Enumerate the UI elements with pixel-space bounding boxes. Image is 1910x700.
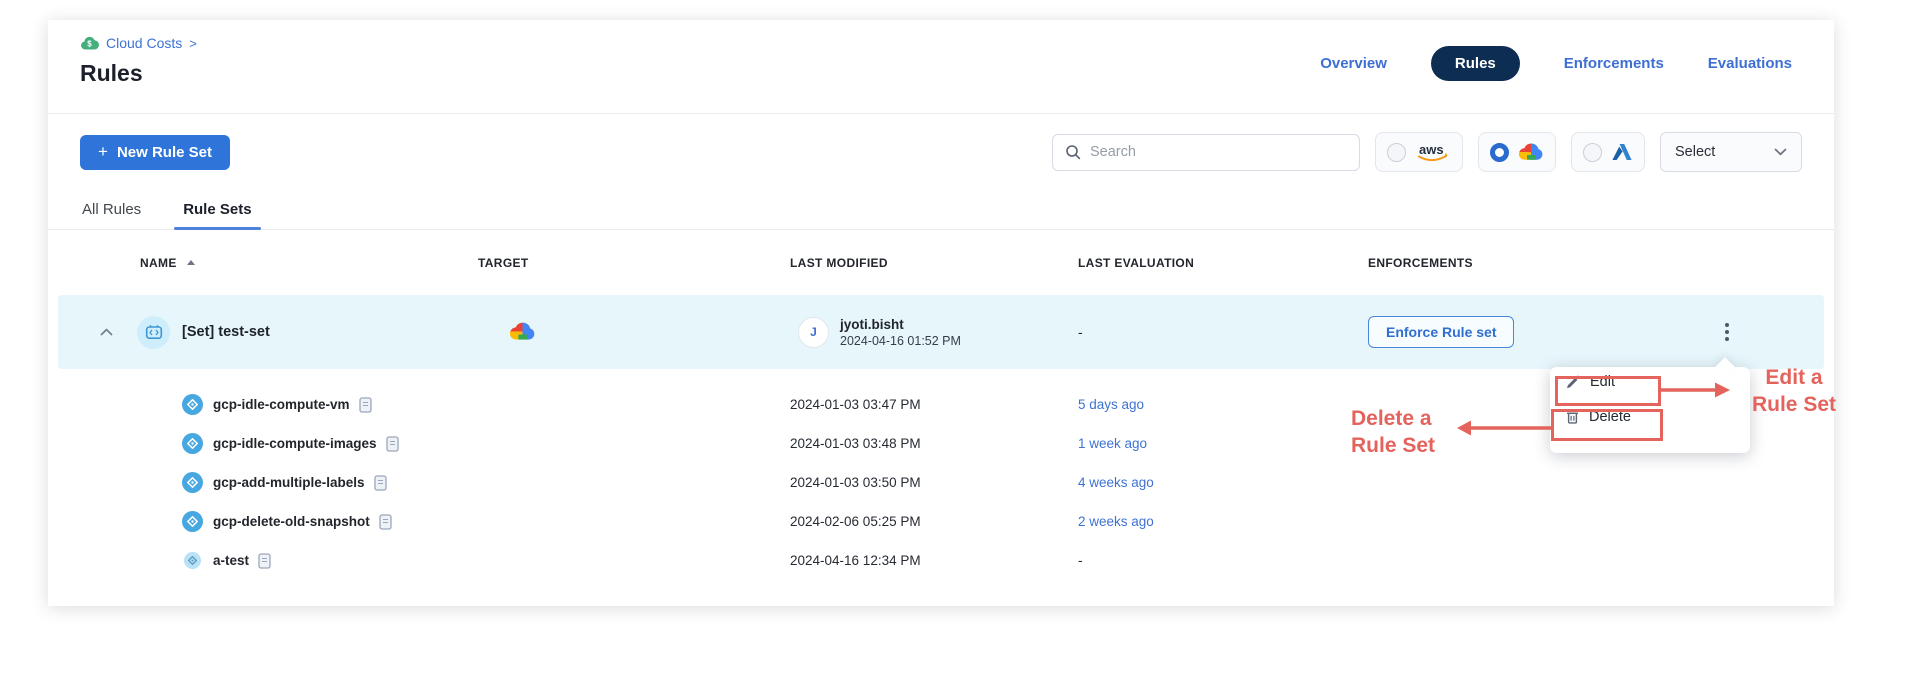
rule-row[interactable]: gcp-delete-old-snapshot 2024-02-06 05:25… [58, 502, 1824, 541]
rule-notes-icon[interactable] [258, 553, 271, 569]
main-panel: $ Cloud Costs > Rules Overview Rules Enf… [48, 20, 1834, 606]
rule-name: a-test [213, 553, 249, 568]
gcp-radio[interactable] [1490, 143, 1509, 162]
rule-icon [182, 394, 203, 415]
rule-last-evaluation-link[interactable]: 2 weeks ago [1078, 514, 1368, 529]
collapse-chevron-up-icon[interactable] [100, 328, 113, 336]
new-rule-set-label: New Rule Set [117, 144, 212, 161]
azure-logo-icon [1611, 142, 1633, 162]
breadcrumb[interactable]: $ Cloud Costs > [80, 35, 197, 51]
rule-row[interactable]: a-test 2024-04-16 12:34 PM - [58, 541, 1824, 580]
rule-last-evaluation-link[interactable]: 4 weeks ago [1078, 475, 1368, 490]
annotation-delete-rule-set: Delete a Rule Set [1351, 405, 1435, 459]
annotation-arrow-left [1456, 419, 1552, 437]
column-header-last-evaluation: LAST EVALUATION [1078, 256, 1368, 270]
rule-icon [184, 552, 201, 569]
rule-notes-icon[interactable] [386, 436, 399, 452]
column-header-last-modified: LAST MODIFIED [790, 256, 1078, 270]
filter-select-value: Select [1675, 144, 1715, 160]
column-header-enforcements: ENFORCEMENTS [1368, 256, 1652, 270]
table-header: NAME TARGET LAST MODIFIED LAST EVALUATIO… [58, 230, 1824, 295]
tab-all-rules[interactable]: All Rules [82, 190, 141, 229]
rule-set-target [478, 321, 790, 343]
chevron-down-icon [1774, 148, 1787, 156]
breadcrumb-separator: > [189, 36, 197, 51]
tab-rule-sets[interactable]: Rule Sets [183, 190, 251, 229]
rule-icon [182, 433, 203, 454]
top-nav: Overview Rules Enforcements Evaluations [1320, 46, 1792, 81]
provider-filter-azure[interactable] [1571, 132, 1645, 172]
toolbar: + New Rule Set aws [48, 114, 1834, 190]
rule-last-modified: 2024-04-16 12:34 PM [790, 553, 1078, 568]
rule-last-modified: 2024-02-06 05:25 PM [790, 514, 1078, 529]
nav-overview[interactable]: Overview [1320, 55, 1387, 72]
annotation-edit-rule-set: Edit a Rule Set [1719, 364, 1869, 418]
search-input[interactable] [1090, 144, 1347, 160]
provider-filter-aws[interactable]: aws [1375, 132, 1463, 172]
row-options-kebab-icon[interactable] [1719, 317, 1735, 347]
rule-icon [182, 472, 203, 493]
rule-last-evaluation-link[interactable]: 1 week ago [1078, 436, 1368, 451]
aws-logo-icon: aws [1415, 141, 1451, 164]
rule-set-last-evaluation: - [1078, 324, 1368, 340]
gcp-target-icon [509, 321, 536, 343]
rule-name: gcp-idle-compute-vm [213, 397, 350, 412]
rule-set-row[interactable]: [Set] test-set J jyoti.bisht 2024- [58, 295, 1824, 369]
annotation-box-delete [1551, 409, 1663, 441]
rule-set-icon [137, 316, 170, 349]
rules-tabs: All Rules Rule Sets [48, 190, 1834, 230]
rule-last-modified: 2024-01-03 03:48 PM [790, 436, 1078, 451]
filter-select-dropdown[interactable]: Select [1660, 132, 1802, 172]
column-header-target: TARGET [478, 256, 790, 270]
provider-filter-gcp[interactable] [1478, 132, 1556, 172]
rule-row[interactable]: gcp-add-multiple-labels 2024-01-03 03:50… [58, 463, 1824, 502]
svg-text:aws: aws [1419, 142, 1444, 157]
rule-set-name: [Set] test-set [182, 324, 270, 340]
search-box[interactable] [1052, 134, 1360, 171]
sort-ascending-icon [187, 260, 195, 265]
rule-last-evaluation: - [1078, 553, 1368, 568]
column-header-name[interactable]: NAME [80, 256, 478, 270]
modified-by-user: jyoti.bisht [840, 317, 961, 332]
rule-notes-icon[interactable] [379, 514, 392, 530]
page-title: Rules [80, 60, 143, 87]
rule-name: gcp-add-multiple-labels [213, 475, 365, 490]
rule-last-modified: 2024-01-03 03:47 PM [790, 397, 1078, 412]
plus-icon: + [98, 145, 108, 159]
nav-evaluations[interactable]: Evaluations [1708, 55, 1792, 72]
rule-notes-icon[interactable] [359, 397, 372, 413]
gcp-logo-icon [1518, 142, 1544, 163]
rule-last-evaluation-link[interactable]: 5 days ago [1078, 397, 1368, 412]
rule-name: gcp-idle-compute-images [213, 436, 377, 451]
annotation-box-edit [1555, 376, 1661, 406]
nav-rules-active[interactable]: Rules [1431, 46, 1520, 81]
rule-name: gcp-delete-old-snapshot [213, 514, 370, 529]
cloud-costs-icon: $ [80, 36, 99, 50]
aws-radio[interactable] [1387, 143, 1406, 162]
search-icon [1065, 144, 1081, 160]
enforce-rule-set-button[interactable]: Enforce Rule set [1368, 316, 1514, 348]
modified-at-timestamp: 2024-04-16 01:52 PM [840, 334, 961, 348]
rule-icon [182, 511, 203, 532]
svg-text:$: $ [87, 40, 92, 49]
new-rule-set-button[interactable]: + New Rule Set [80, 135, 230, 170]
avatar: J [798, 317, 829, 348]
rule-notes-icon[interactable] [374, 475, 387, 491]
nav-enforcements[interactable]: Enforcements [1564, 55, 1664, 72]
page-header: $ Cloud Costs > Rules Overview Rules Enf… [48, 20, 1834, 114]
breadcrumb-label[interactable]: Cloud Costs [106, 35, 182, 51]
azure-radio[interactable] [1583, 143, 1602, 162]
rule-last-modified: 2024-01-03 03:50 PM [790, 475, 1078, 490]
